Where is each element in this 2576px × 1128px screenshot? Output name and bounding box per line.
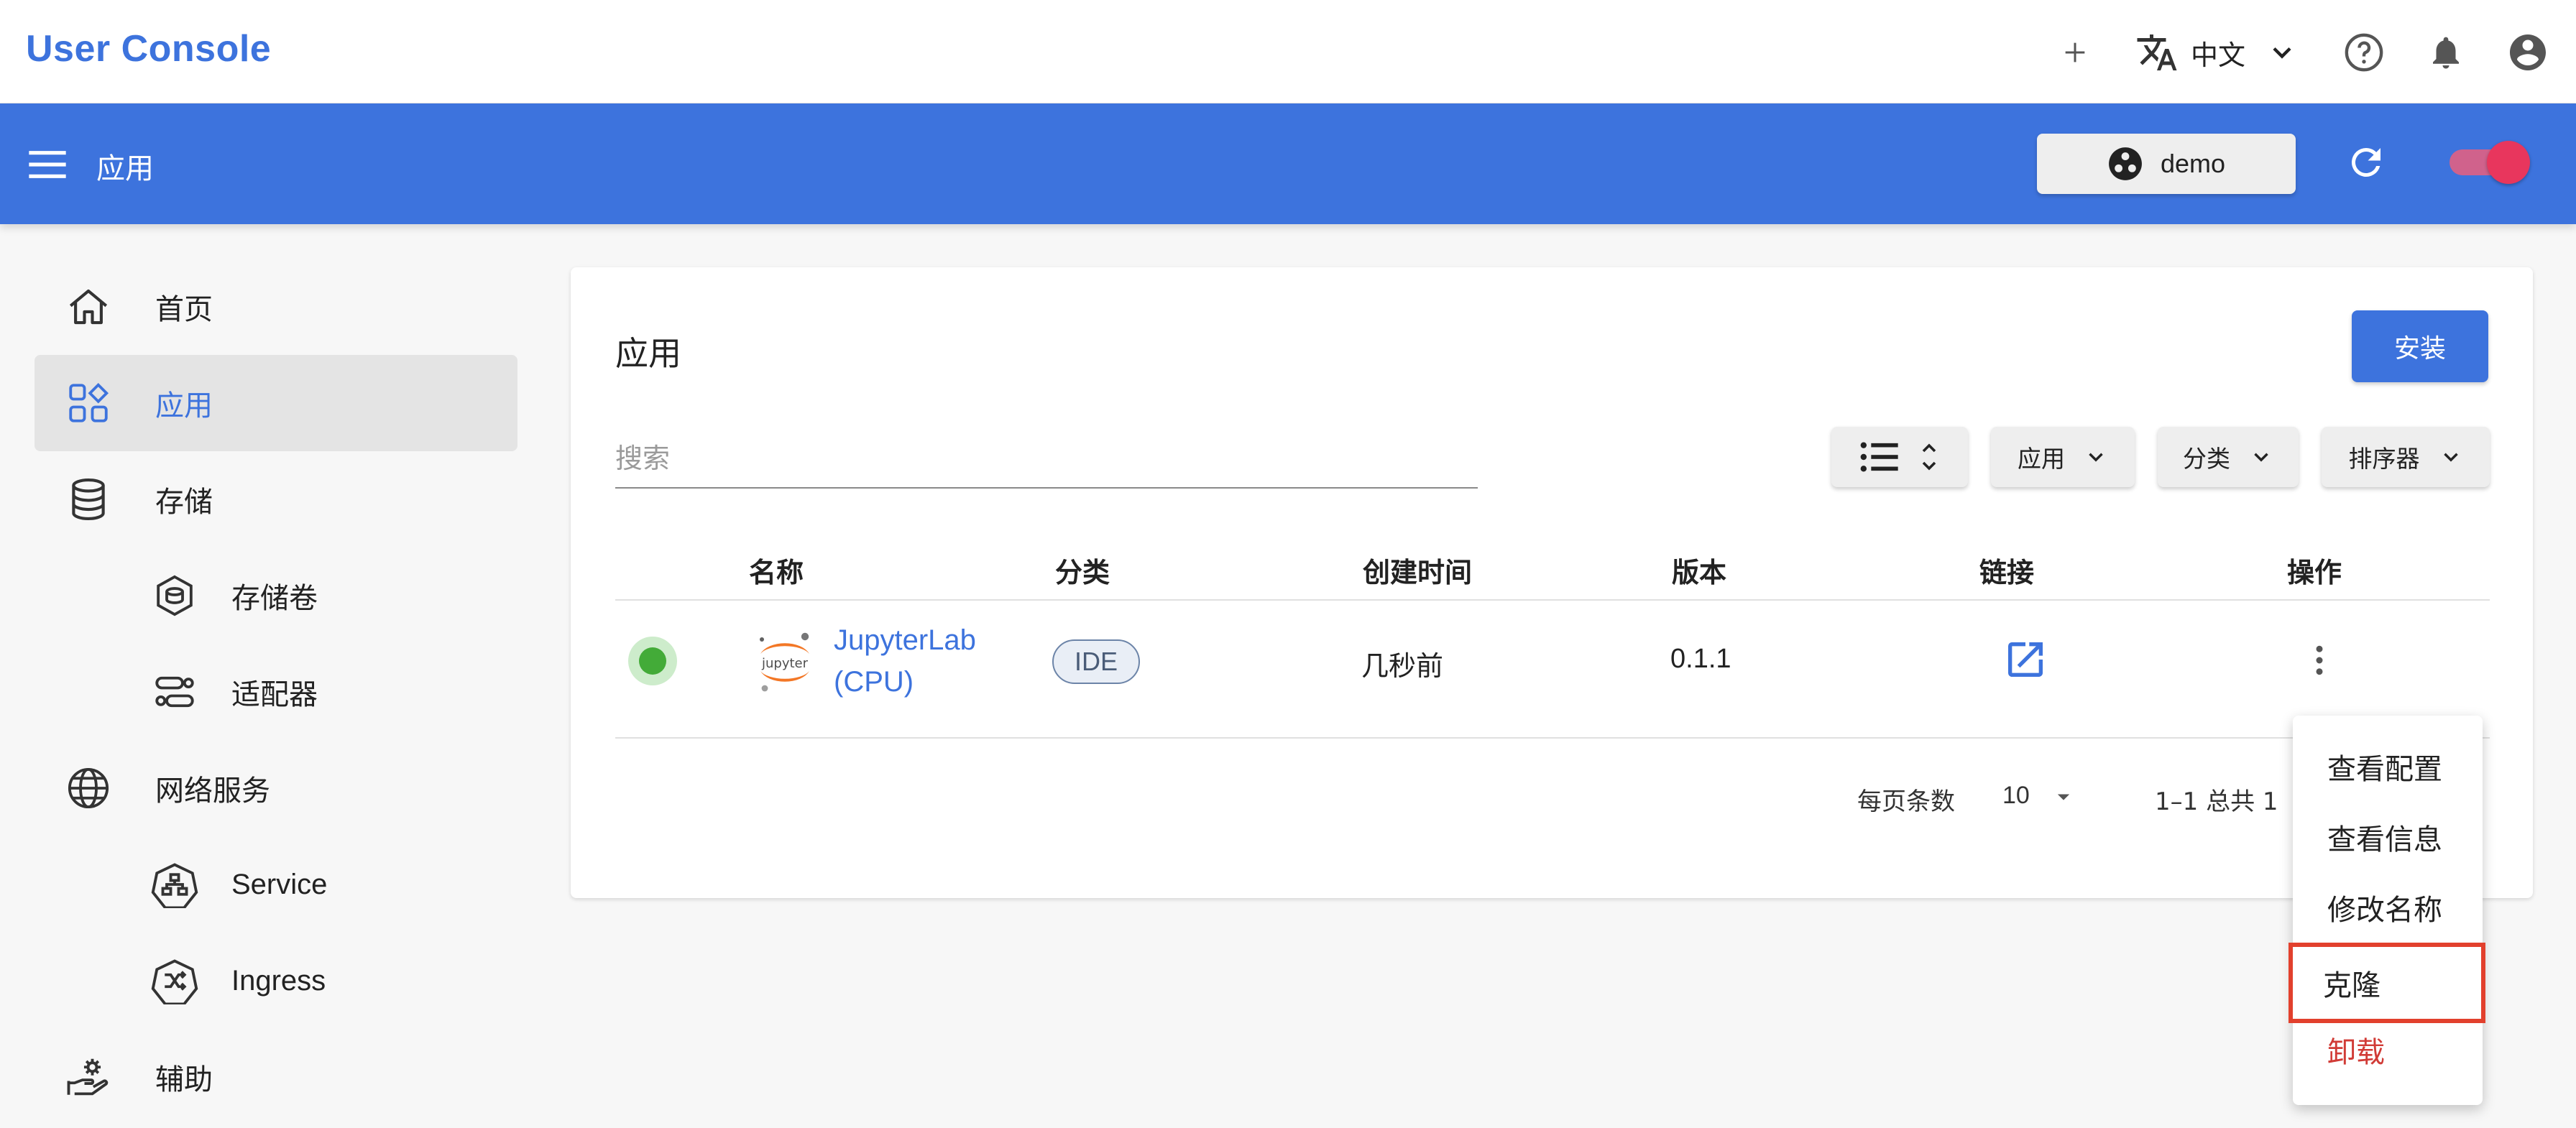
search-field	[615, 430, 1478, 489]
rows-per-page-select[interactable]: 10	[2002, 782, 2074, 810]
sidebar-item-home[interactable]: 首页	[34, 259, 518, 355]
sidebar-item-service[interactable]: Service	[34, 836, 518, 933]
sort-updown-icon	[1922, 443, 1936, 471]
menu-item-rename[interactable]: 修改名称	[2293, 872, 2483, 943]
menu-item-uninstall[interactable]: 卸载	[2293, 1014, 2483, 1085]
page-toolbar: 应用 demo	[0, 103, 2576, 224]
mode-toggle[interactable]	[2450, 141, 2530, 184]
search-input[interactable]	[615, 430, 1478, 487]
row-actions-menu: 查看配置 查看信息 修改名称 克隆 卸载	[2288, 716, 2485, 1105]
rows-per-page-value: 10	[2002, 782, 2030, 809]
created-time: 几秒前	[1361, 650, 1444, 682]
logo-text: jupyter	[761, 656, 809, 671]
jupyter-logo: jupyter	[760, 632, 809, 692]
namespace-icon	[2109, 147, 2142, 180]
sidebar-item-label: 网络服务	[155, 775, 270, 808]
menu-item-clone[interactable]: 克隆	[2288, 943, 2485, 1023]
rows-per-page-label: 每页条数	[1857, 787, 1955, 816]
pagination-range: 1–1 总共 1	[2155, 787, 2278, 816]
sidebar-item-apps[interactable]: 应用	[34, 355, 518, 451]
sidebar-item-volumes[interactable]: 存储卷	[34, 547, 518, 644]
status-indicator	[628, 637, 677, 685]
column-header[interactable]: 创建时间	[1363, 550, 1472, 590]
account-icon[interactable]	[2501, 26, 2554, 79]
caret-down-icon	[2058, 794, 2070, 800]
chevron-down-icon	[2254, 453, 2268, 462]
category-chip: IDE	[1052, 639, 1140, 684]
chevron-down-icon[interactable]	[2255, 26, 2309, 79]
chevron-down-icon	[2443, 453, 2458, 462]
page-title: 应用	[615, 334, 681, 373]
bell-icon[interactable]	[2419, 26, 2472, 79]
menu-item-view-config[interactable]: 查看配置	[2293, 731, 2483, 802]
service-icon	[151, 863, 198, 908]
more-vert-icon[interactable]	[2300, 641, 2339, 680]
refresh-icon[interactable]	[2345, 141, 2388, 184]
app-filter-button[interactable]: 应用	[1991, 427, 2135, 487]
table-row[interactable]: jupyter JupyterLab (CPU) IDE 几秒前 0.1.1	[615, 601, 2490, 739]
help-icon[interactable]	[2337, 26, 2391, 79]
sidebar-item-label: 辅助	[155, 1063, 213, 1096]
ingress-icon	[151, 959, 198, 1004]
chevron-down-icon	[2089, 453, 2103, 462]
open-external-icon[interactable]	[2002, 637, 2048, 683]
table-header: 名称 分类 创建时间 版本 链接 操作	[615, 540, 2490, 601]
sidebar-item-label: 存储卷	[231, 582, 318, 615]
column-header[interactable]: 操作	[2287, 550, 2342, 590]
app-name-link[interactable]: JupyterLab (CPU)	[834, 619, 1035, 703]
sidebar-item-label: Service	[231, 868, 328, 900]
version: 0.1.1	[1670, 644, 1731, 674]
sorter-label: 排序器	[2348, 445, 2420, 473]
top-app-bar: User Console 中文	[0, 0, 2576, 103]
volume-icon	[157, 575, 193, 616]
top-actions: 中文	[2048, 26, 2554, 79]
sorter-button[interactable]: 排序器	[2322, 427, 2490, 487]
view-toggle-button[interactable]	[1831, 427, 1968, 487]
globe-icon	[68, 767, 109, 809]
sidebar-item-label: 首页	[155, 293, 213, 326]
home-icon	[69, 289, 108, 325]
hamburger-menu-icon[interactable]	[27, 147, 68, 182]
database-icon	[72, 478, 105, 521]
app-filter-label: 应用	[2018, 445, 2065, 473]
column-header[interactable]: 链接	[1979, 550, 2034, 590]
namespace-button[interactable]: demo	[2037, 134, 2296, 194]
language-label[interactable]: 中文	[2191, 33, 2245, 73]
list-icon	[1860, 442, 1898, 472]
sidebar: 首页 应用 存储 存储卷 适配器 网络服务 Service Ingress 辅助	[34, 259, 518, 1125]
column-header[interactable]: 分类	[1055, 550, 1110, 590]
brand-title[interactable]: User Console	[26, 27, 271, 70]
category-filter-button[interactable]: 分类	[2158, 427, 2299, 487]
sidebar-item-storage[interactable]: 存储	[34, 451, 518, 547]
adapter-icon	[155, 676, 194, 708]
sidebar-item-helper[interactable]: 辅助	[34, 1029, 518, 1125]
sidebar-item-label: 应用	[155, 389, 213, 422]
sidebar-item-network[interactable]: 网络服务	[34, 740, 518, 836]
sidebar-item-label: Ingress	[231, 964, 326, 997]
apps-grid-icon	[69, 382, 109, 422]
column-header[interactable]: 版本	[1672, 550, 1726, 590]
install-button[interactable]: 安装	[2352, 310, 2488, 382]
column-header[interactable]: 名称	[749, 550, 804, 590]
sidebar-item-label: 存储	[155, 486, 213, 519]
toggle-knob	[2487, 141, 2530, 184]
helper-icon	[67, 1058, 109, 1096]
translate-icon[interactable]	[2130, 26, 2184, 79]
add-icon[interactable]	[2048, 26, 2102, 79]
apps-card: 应用 安装 应用 分类 排序器 名称 分类 创建时间 版本 链接 操作 ju	[571, 267, 2533, 898]
sidebar-item-adapters[interactable]: 适配器	[34, 644, 518, 740]
menu-item-view-info[interactable]: 查看信息	[2293, 802, 2483, 872]
toolbar-title: 应用	[96, 152, 154, 185]
namespace-label: demo	[2160, 149, 2226, 178]
sidebar-item-label: 适配器	[231, 678, 318, 711]
sidebar-item-ingress[interactable]: Ingress	[34, 933, 518, 1029]
category-filter-label: 分类	[2183, 445, 2230, 473]
